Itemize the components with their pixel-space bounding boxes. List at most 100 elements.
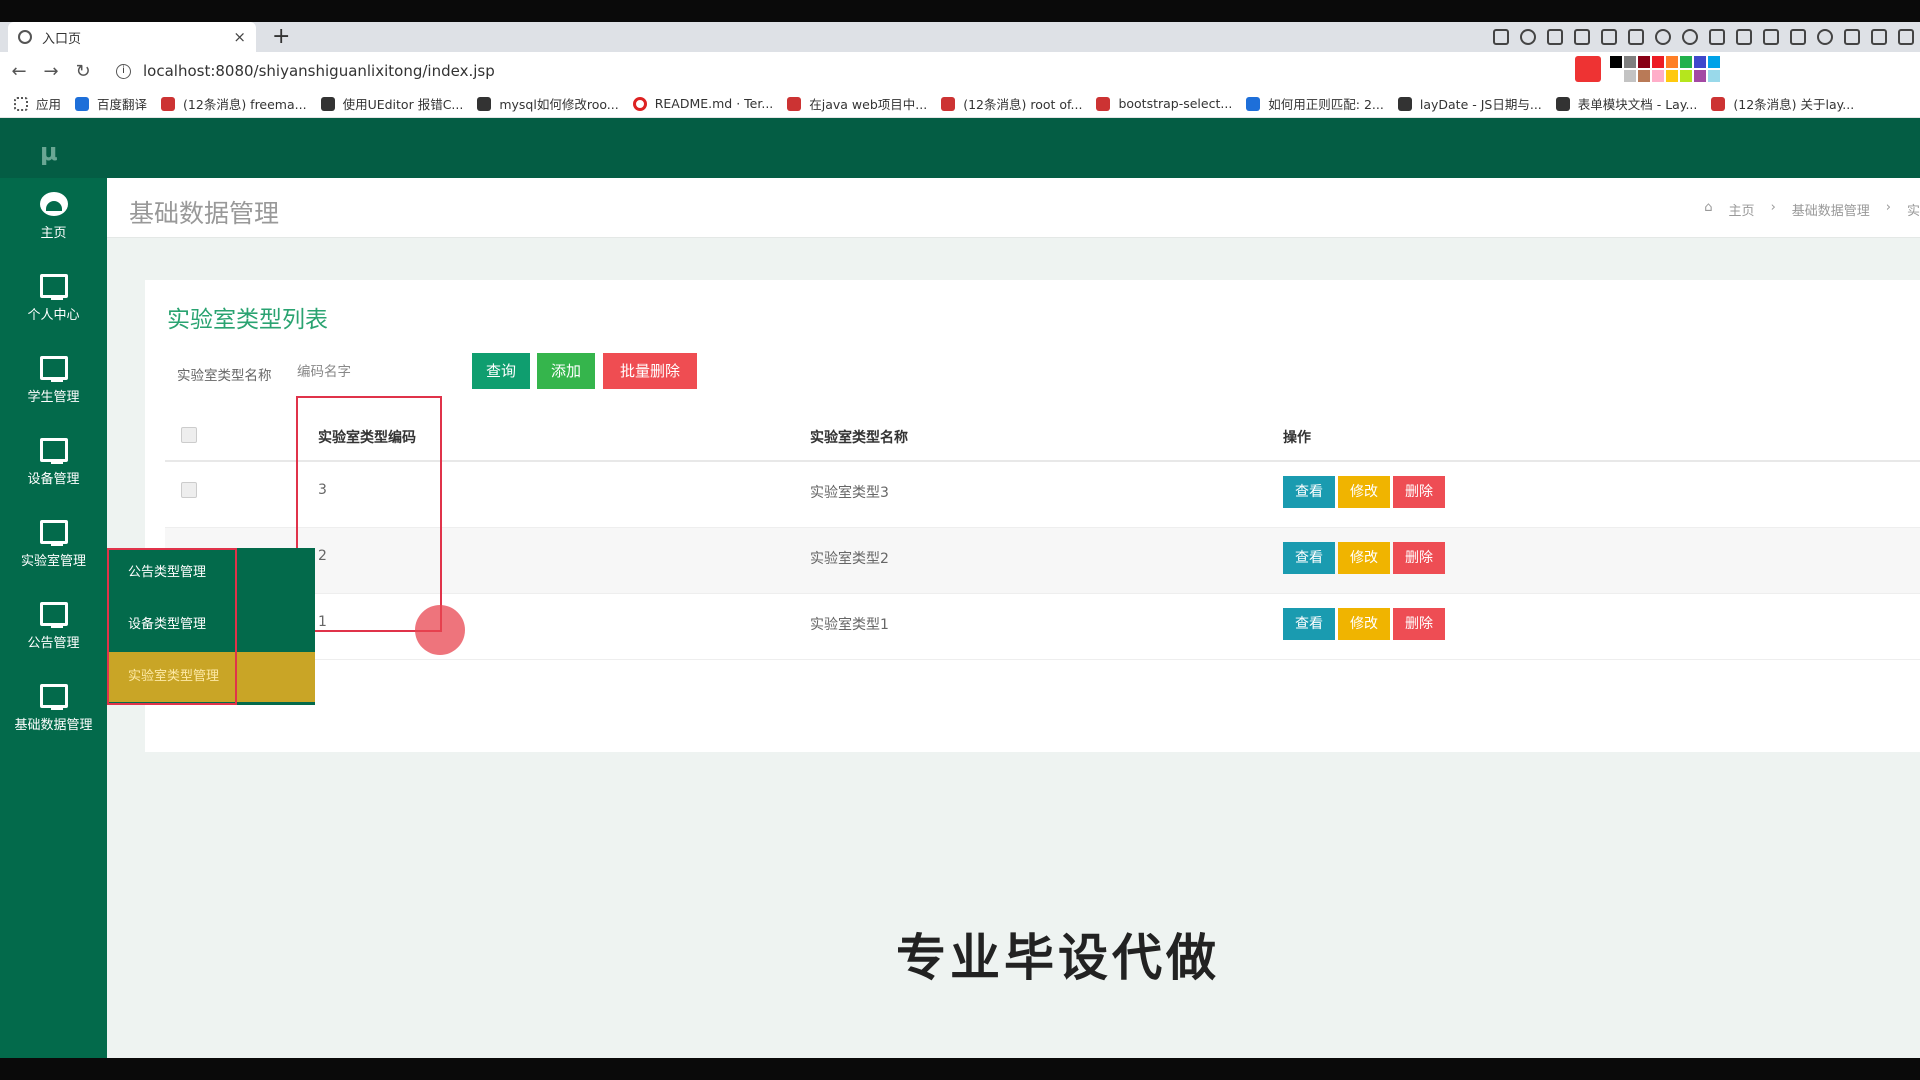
site-info-icon[interactable]: i (116, 63, 131, 79)
sidebar-item-label: 个人中心 (27, 308, 80, 323)
breadcrumb-item[interactable]: 基础数据管理 (1792, 200, 1870, 219)
arrow-tool-icon[interactable] (1547, 29, 1563, 45)
pin-icon[interactable] (1790, 29, 1806, 45)
bookmark-item[interactable]: 在java web项目中... (787, 94, 927, 113)
bookmark-item[interactable]: (12条消息) 关于lay... (1711, 94, 1854, 113)
color-swatch[interactable] (1680, 56, 1692, 68)
color-swatch[interactable] (1624, 70, 1636, 82)
color-swatch[interactable] (1610, 70, 1622, 82)
bookmark-favicon-icon (1246, 96, 1261, 111)
bookmark-item[interactable]: bootstrap-select... (1096, 96, 1232, 111)
current-color-swatch[interactable] (1575, 56, 1601, 82)
bookmark-item[interactable]: 如何用正则匹配: 2... (1246, 94, 1384, 113)
row-checkbox[interactable] (181, 482, 197, 498)
undo-icon[interactable] (1682, 29, 1698, 45)
color-swatch[interactable] (1652, 70, 1664, 82)
monitor-icon (39, 438, 68, 464)
sidebar-item[interactable]: 设备管理 (0, 428, 107, 510)
batch-delete-button[interactable]: 批量删除 (603, 353, 697, 389)
select-all-checkbox[interactable] (181, 427, 197, 443)
color-swatch[interactable] (1610, 56, 1622, 68)
color-swatch[interactable] (1638, 70, 1650, 82)
pencil-tool-icon[interactable] (1574, 29, 1590, 45)
edit-button[interactable]: 修改 (1338, 542, 1390, 574)
bookmark-item[interactable]: 百度翻译 (75, 94, 147, 113)
browser-tabbar: 入口页 × + (0, 22, 1920, 52)
tab-close-icon[interactable]: × (233, 28, 246, 46)
circle-tool-icon[interactable] (1520, 29, 1536, 45)
bookmark-icon[interactable] (1898, 29, 1914, 45)
view-button[interactable]: 查看 (1283, 608, 1335, 640)
breadcrumb-item[interactable]: 实 (1907, 200, 1920, 219)
record-icon[interactable] (1817, 29, 1833, 45)
url-field[interactable]: i localhost:8080/shiyanshiguanlixitong/i… (116, 62, 495, 80)
breadcrumb-item[interactable]: 主页 (1729, 200, 1755, 219)
sidebar-item[interactable]: 个人中心 (0, 264, 107, 346)
mosaic-tool-icon[interactable] (1601, 29, 1617, 45)
browser-tab[interactable]: 入口页 × (8, 22, 256, 52)
page-title: 基础数据管理 (129, 199, 280, 228)
delete-button[interactable]: 删除 (1393, 476, 1445, 508)
sidebar-item-label: 学生管理 (27, 390, 80, 405)
color-swatch[interactable] (1666, 70, 1678, 82)
sidebar-item[interactable]: 主页 (0, 182, 107, 264)
page-header: 基础数据管理 ⌂ 主页 › 基础数据管理 › 实 (107, 178, 1920, 238)
color-swatch[interactable] (1708, 70, 1720, 82)
bookmark-item[interactable]: mysql如何修改roo... (477, 94, 619, 113)
tool-icon[interactable] (1736, 29, 1752, 45)
breadcrumb-separator: › (1770, 200, 1776, 215)
color-swatch[interactable] (1624, 56, 1636, 68)
rectangle-tool-icon[interactable] (1493, 29, 1509, 45)
sidebar-item[interactable]: 公告管理 (0, 592, 107, 674)
forward-icon[interactable]: → (38, 61, 64, 82)
bookmark-favicon-icon (161, 96, 176, 111)
bookmark-item[interactable]: (12条消息) root of... (941, 94, 1082, 113)
bookmark-item[interactable]: 表单模块文档 - Lay... (1555, 94, 1697, 113)
bookmark-item[interactable]: layDate - JS日期与... (1397, 94, 1542, 113)
color-swatch[interactable] (1666, 56, 1678, 68)
copy-icon[interactable] (1871, 29, 1887, 45)
bookmark-label: 百度翻译 (97, 97, 148, 112)
sidebar-item-label: 设备管理 (27, 472, 80, 487)
edit-button[interactable]: 修改 (1338, 608, 1390, 640)
bookmark-item[interactable]: 使用UEditor 报错C... (320, 94, 463, 113)
dashboard-icon (39, 192, 68, 216)
delete-button[interactable]: 删除 (1393, 608, 1445, 640)
search-input[interactable] (293, 356, 443, 388)
sidebar-item[interactable]: 学生管理 (0, 346, 107, 428)
view-button[interactable]: 查看 (1283, 476, 1335, 508)
sidebar-item[interactable]: 实验室管理 (0, 510, 107, 592)
bookmark-item[interactable]: README.md · Ter... (632, 96, 773, 111)
bookmark-favicon-icon (75, 96, 90, 111)
reload-icon[interactable]: ↻ (70, 61, 96, 82)
cell-name: 实验室类型2 (810, 551, 889, 567)
view-button[interactable]: 查看 (1283, 542, 1335, 574)
text-tool-icon[interactable] (1628, 29, 1644, 45)
bookmark-item[interactable]: (12条消息) freema... (161, 94, 307, 113)
row-actions: 查看 修改 删除 (1283, 608, 1445, 640)
color-swatch[interactable] (1638, 56, 1650, 68)
cursor-highlight (415, 605, 465, 655)
new-tab-icon[interactable]: + (272, 24, 290, 49)
color-swatch[interactable] (1652, 56, 1664, 68)
tool-icon[interactable] (1709, 29, 1725, 45)
color-swatch[interactable] (1708, 56, 1720, 68)
info-tool-icon[interactable] (1655, 29, 1671, 45)
color-swatch[interactable] (1694, 56, 1706, 68)
tool-icon[interactable] (1763, 29, 1779, 45)
bookmark-favicon-icon (632, 96, 647, 111)
query-button[interactable]: 查询 (472, 353, 530, 389)
bookmark-label: (12条消息) 关于lay... (1733, 97, 1855, 112)
color-swatch[interactable] (1680, 70, 1692, 82)
bookmark-favicon-icon (787, 96, 802, 111)
color-swatch[interactable] (1694, 70, 1706, 82)
edit-button[interactable]: 修改 (1338, 476, 1390, 508)
add-button[interactable]: 添加 (537, 353, 595, 389)
delete-button[interactable]: 删除 (1393, 542, 1445, 574)
back-icon[interactable]: ← (6, 61, 32, 82)
bookmark-item[interactable]: 应用 (14, 94, 61, 113)
url-text: localhost:8080/shiyanshiguanlixitong/ind… (143, 62, 495, 80)
row-actions: 查看 修改 删除 (1283, 476, 1445, 508)
download-icon[interactable] (1844, 29, 1860, 45)
sidebar-item[interactable]: 基础数据管理 (0, 674, 107, 756)
